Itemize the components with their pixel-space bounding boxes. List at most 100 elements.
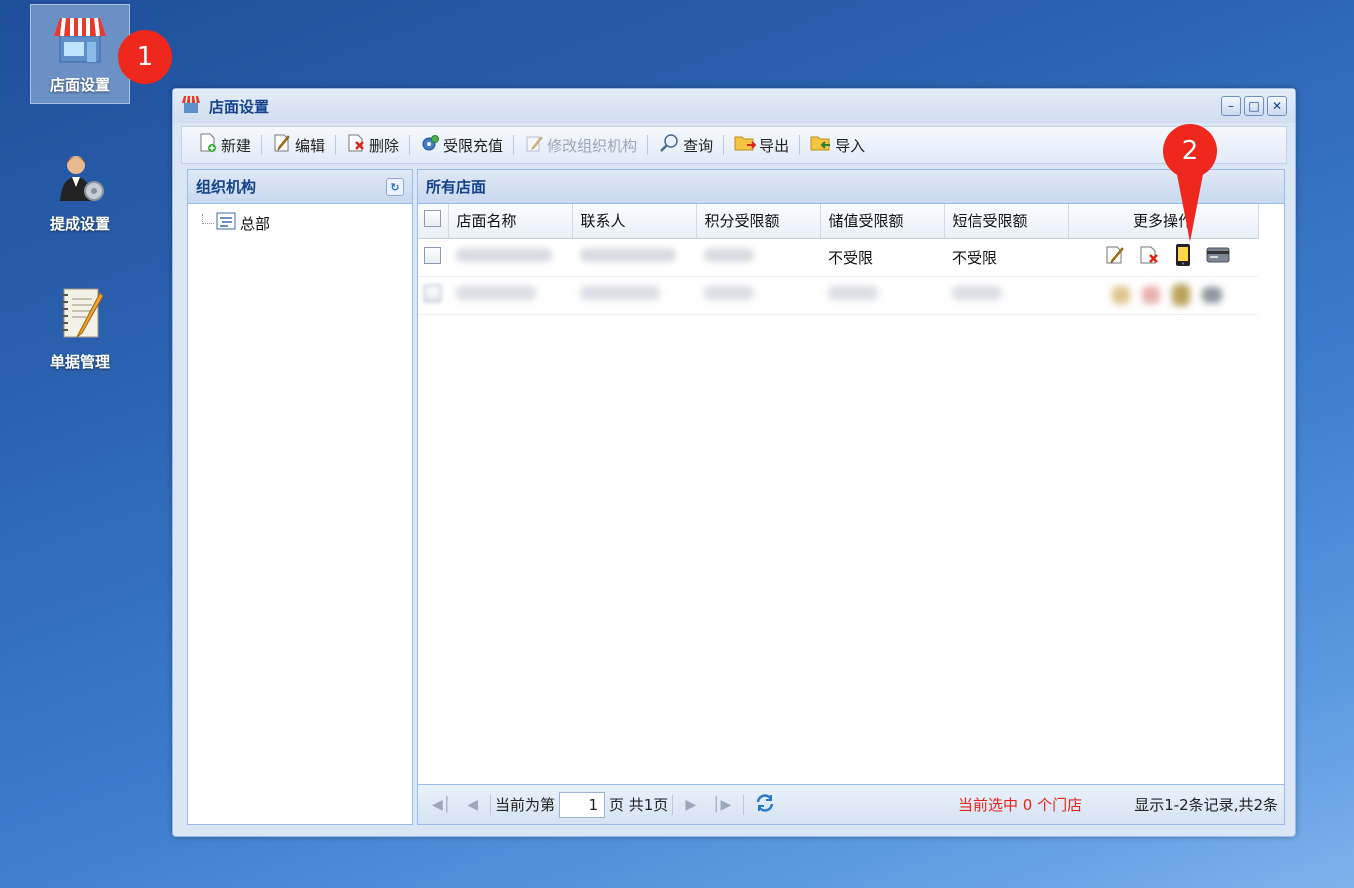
window-controls: – □ ✕ — [1221, 96, 1287, 116]
modify-org-button[interactable]: 修改组织机构 — [516, 132, 645, 158]
export-button[interactable]: 导出 — [726, 132, 797, 158]
export-label: 导出 — [759, 136, 790, 155]
points-limit-cell — [696, 238, 820, 277]
blurred-value — [704, 286, 754, 300]
tree-connector — [202, 214, 214, 224]
edit-icon — [272, 133, 292, 157]
toolbar-separator — [647, 135, 649, 155]
blurred-value — [952, 286, 1002, 300]
new-label: 新建 — [221, 136, 252, 155]
mobile-phone-icon[interactable] — [1172, 284, 1190, 306]
toolbar-separator — [513, 135, 515, 155]
prev-page-icon[interactable]: ◀ — [459, 797, 486, 813]
card-icon[interactable] — [1206, 245, 1230, 269]
store-name-cell — [448, 276, 572, 315]
new-document-icon — [198, 133, 218, 157]
step-pointer-2: 2 — [1163, 124, 1217, 244]
blurred-value — [704, 248, 754, 262]
close-button[interactable]: ✕ — [1267, 96, 1287, 116]
tree-node-label: 总部 — [240, 214, 271, 233]
stored-value-limit-cell — [820, 276, 944, 315]
person-gear-icon — [50, 153, 110, 207]
delete-button[interactable]: 删除 — [338, 132, 407, 158]
toolbar-separator — [799, 135, 801, 155]
toolbar-separator — [335, 135, 337, 155]
edit-icon[interactable] — [1112, 286, 1130, 304]
column-header[interactable]: 联系人 — [572, 204, 697, 239]
delete-icon[interactable] — [1142, 286, 1160, 304]
import-folder-icon — [810, 133, 832, 157]
import-button[interactable]: 导入 — [802, 132, 873, 158]
select-all-cell — [418, 204, 449, 239]
contact-cell — [572, 238, 696, 277]
row-select-cell — [418, 238, 448, 277]
table-row[interactable] — [418, 276, 1258, 315]
blurred-value — [456, 286, 536, 300]
desktop-icon-store-settings[interactable]: 店面设置 — [30, 4, 130, 104]
delete-icon — [346, 133, 366, 157]
store-settings-window: 店面设置 – □ ✕ 新建 编辑 删除 受限充值 修改组织机构 查询 导出 导入… — [172, 88, 1296, 837]
store-icon — [181, 95, 201, 117]
toolbar-separator — [409, 135, 411, 155]
store-table: 店面名称 联系人 积分受限额 储值受限额 短信受限额 更多操作 不受限 不受限 — [418, 204, 1259, 315]
mobile-phone-icon[interactable] — [1172, 243, 1194, 271]
row-checkbox[interactable] — [424, 284, 441, 302]
search-icon — [658, 133, 680, 157]
column-header[interactable]: 短信受限额 — [944, 204, 1069, 239]
limit-recharge-button[interactable]: 受限充值 — [412, 132, 511, 158]
edit-button[interactable]: 编辑 — [264, 132, 333, 158]
edit-icon[interactable] — [1104, 244, 1126, 270]
window-titlebar: 店面设置 — [173, 89, 1295, 123]
refresh-icon: ↻ — [390, 180, 400, 194]
minimize-button[interactable]: – — [1221, 96, 1241, 116]
desktop-icon-label: 店面设置 — [49, 76, 110, 94]
delete-icon[interactable] — [1138, 244, 1160, 270]
maximize-icon: □ — [1248, 99, 1260, 113]
first-page-icon[interactable]: ◀│ — [424, 797, 459, 813]
store-list-panel: 所有店面 店面名称 联系人 积分受限额 储值受限额 短信受限额 更多操作 不受限… — [417, 169, 1285, 825]
pager-separator — [672, 794, 674, 815]
query-label: 查询 — [683, 136, 714, 155]
sms-limit-cell: 不受限 — [944, 238, 1068, 277]
refresh-icon[interactable] — [754, 792, 776, 818]
org-panel-title: 组织机构 — [196, 178, 257, 196]
blurred-value — [456, 248, 552, 262]
page-number-input[interactable]: 1 — [559, 791, 605, 818]
desktop-icon-commission-settings[interactable]: 提成设置 — [30, 142, 130, 242]
pagination-bar: ◀│ ◀ 当前为第 1 页 共1页 ▶ │▶ 当前选中 0 个门店 显示1-2条… — [418, 784, 1284, 824]
select-all-checkbox[interactable] — [424, 210, 441, 228]
org-panel-header: 组织机构 ↻ — [188, 170, 412, 204]
store-name-cell — [448, 238, 572, 277]
new-button[interactable]: 新建 — [190, 132, 259, 158]
table-row[interactable]: 不受限 不受限 — [418, 238, 1258, 277]
desktop-icon-document-management[interactable]: 单据管理 — [30, 280, 130, 380]
column-header[interactable]: 储值受限额 — [820, 204, 945, 239]
row-checkbox[interactable] — [424, 246, 441, 264]
column-header[interactable]: 积分受限额 — [696, 204, 821, 239]
column-header[interactable]: 店面名称 — [448, 204, 573, 239]
card-icon[interactable] — [1202, 287, 1222, 303]
toolbar-separator — [723, 135, 725, 155]
step-badge-2: 2 — [1181, 136, 1199, 166]
row-select-cell — [418, 276, 448, 315]
import-label: 导入 — [835, 136, 866, 155]
maximize-button[interactable]: □ — [1244, 96, 1264, 116]
org-node-icon — [216, 212, 236, 234]
tree-refresh-button[interactable]: ↻ — [386, 178, 404, 196]
pager-separator — [489, 794, 491, 815]
sms-limit-cell — [944, 276, 1068, 315]
gear-icon — [420, 133, 440, 157]
pager-separator — [743, 794, 745, 815]
query-button[interactable]: 查询 — [650, 132, 721, 158]
tree-node-headquarters[interactable]: 总部 — [188, 204, 412, 234]
next-page-icon[interactable]: ▶ — [677, 797, 704, 813]
edit-label: 编辑 — [295, 136, 326, 155]
toolbar-separator — [261, 135, 263, 155]
last-page-icon[interactable]: │▶ — [704, 797, 739, 813]
selected-count-text: 当前选中 0 个门店 — [958, 796, 1083, 814]
org-tree-panel: 组织机构 ↻ 总部 — [187, 169, 413, 825]
export-folder-icon — [734, 133, 757, 157]
store-icon — [50, 14, 110, 68]
blurred-value — [580, 286, 660, 300]
limit-recharge-label: 受限充值 — [443, 136, 504, 155]
